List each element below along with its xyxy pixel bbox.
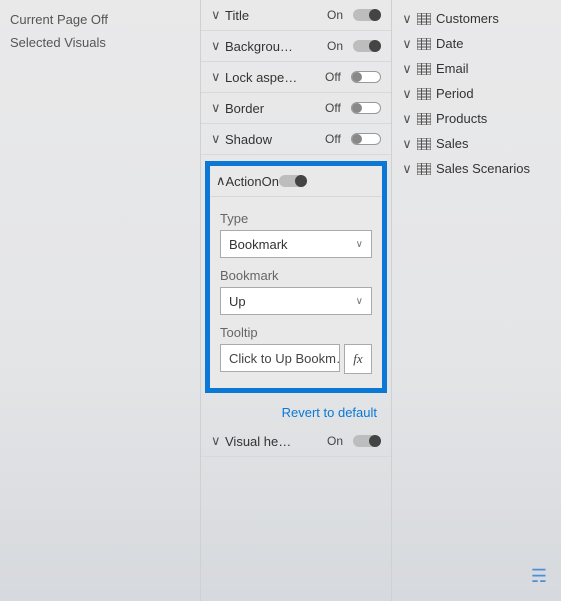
- format-row-action[interactable]: ∧ Action On: [210, 166, 382, 197]
- toggle-state: On: [262, 174, 279, 189]
- field-label: Products: [436, 111, 487, 126]
- format-label: Shadow: [225, 132, 325, 147]
- toggle-switch[interactable]: [279, 175, 307, 187]
- bookmark-value: Up: [229, 294, 246, 309]
- chevron-down-icon: ∨: [211, 131, 225, 147]
- field-table-period[interactable]: ∨ Period: [398, 81, 555, 106]
- field-label: Email: [436, 61, 469, 76]
- chevron-down-icon: ∨: [400, 36, 414, 52]
- fx-button[interactable]: fx: [344, 344, 372, 374]
- format-label: Visual he…: [225, 434, 327, 449]
- format-label: Action: [226, 174, 262, 189]
- table-icon: [416, 138, 432, 150]
- toggle-state: On: [327, 8, 353, 22]
- field-table-sales[interactable]: ∨ Sales: [398, 131, 555, 156]
- field-table-date[interactable]: ∨ Date: [398, 31, 555, 56]
- chevron-down-icon: ∨: [400, 136, 414, 152]
- format-label: Border: [225, 101, 325, 116]
- bookmark-select[interactable]: Up ∨: [220, 287, 372, 315]
- chevron-down-icon: ∨: [400, 86, 414, 102]
- type-label: Type: [220, 211, 372, 226]
- format-row-background[interactable]: ∨ Backgrou… On: [201, 31, 391, 62]
- chevron-down-icon: ∨: [211, 100, 225, 116]
- field-label: Sales Scenarios: [436, 161, 530, 176]
- chevron-down-icon: ∨: [211, 433, 225, 449]
- tooltip-label: Tooltip: [220, 325, 372, 340]
- format-label: Title: [225, 8, 327, 23]
- chevron-down-icon: ∨: [400, 161, 414, 177]
- field-table-products[interactable]: ∨ Products: [398, 106, 555, 131]
- field-label: Period: [436, 86, 474, 101]
- toggle-switch[interactable]: [353, 40, 381, 52]
- field-label: Sales: [436, 136, 469, 151]
- chevron-down-icon: ∨: [400, 111, 414, 127]
- revert-to-default-link[interactable]: Revert to default: [201, 395, 391, 426]
- tooltip-input[interactable]: Click to Up Bookm…: [220, 344, 340, 372]
- toggle-state: On: [327, 39, 353, 53]
- toggle-switch[interactable]: [353, 9, 381, 21]
- selection-pane: Current Page Off Selected Visuals: [0, 0, 201, 601]
- format-label: Backgrou…: [225, 39, 327, 54]
- format-row-border[interactable]: ∨ Border Off: [201, 93, 391, 124]
- table-icon: [416, 38, 432, 50]
- type-select[interactable]: Bookmark ∨: [220, 230, 372, 258]
- field-table-email[interactable]: ∨ Email: [398, 56, 555, 81]
- action-section-highlight: ∧ Action On Type Bookmark ∨ Bookmark Up …: [205, 161, 387, 393]
- toggle-switch[interactable]: [351, 71, 381, 83]
- table-icon: [416, 163, 432, 175]
- toggle-state: Off: [325, 101, 351, 115]
- toggle-switch[interactable]: [351, 102, 381, 114]
- format-row-visual-header[interactable]: ∨ Visual he… On: [201, 426, 391, 457]
- format-row-lock-aspect[interactable]: ∨ Lock aspe… Off: [201, 62, 391, 93]
- format-pane: ∨ Title On ∨ Backgrou… On ∨ Lock aspe… O…: [201, 0, 392, 601]
- chevron-down-icon: ∨: [400, 61, 414, 77]
- table-icon: [416, 63, 432, 75]
- toggle-state: Off: [325, 70, 351, 84]
- chevron-up-icon: ∧: [216, 173, 226, 189]
- toggle-state: Off: [325, 132, 351, 146]
- fields-pane: ∨ Customers ∨ Date ∨ Email ∨ Period ∨ Pr…: [392, 0, 561, 601]
- current-page-item[interactable]: Current Page Off: [10, 8, 190, 31]
- field-label: Date: [436, 36, 463, 51]
- format-row-title[interactable]: ∨ Title On: [201, 0, 391, 31]
- toggle-switch[interactable]: [353, 435, 381, 447]
- field-table-customers[interactable]: ∨ Customers: [398, 6, 555, 31]
- chevron-down-icon: ∨: [356, 296, 363, 307]
- chevron-down-icon: ∨: [211, 69, 225, 85]
- field-table-sales-scenarios[interactable]: ∨ Sales Scenarios: [398, 156, 555, 181]
- subscribe-icon: ☴: [531, 566, 547, 587]
- chevron-down-icon: ∨: [211, 7, 225, 23]
- chevron-down-icon: ∨: [211, 38, 225, 54]
- type-value: Bookmark: [229, 237, 288, 252]
- bookmark-label: Bookmark: [220, 268, 372, 283]
- table-icon: [416, 88, 432, 100]
- table-icon: [416, 113, 432, 125]
- toggle-state: On: [327, 434, 353, 448]
- format-row-shadow[interactable]: ∨ Shadow Off: [201, 124, 391, 155]
- chevron-down-icon: ∨: [356, 239, 363, 250]
- table-icon: [416, 13, 432, 25]
- selected-visuals-item[interactable]: Selected Visuals: [10, 31, 190, 54]
- format-label: Lock aspe…: [225, 70, 325, 85]
- chevron-down-icon: ∨: [400, 11, 414, 27]
- field-label: Customers: [436, 11, 499, 26]
- toggle-switch[interactable]: [351, 133, 381, 145]
